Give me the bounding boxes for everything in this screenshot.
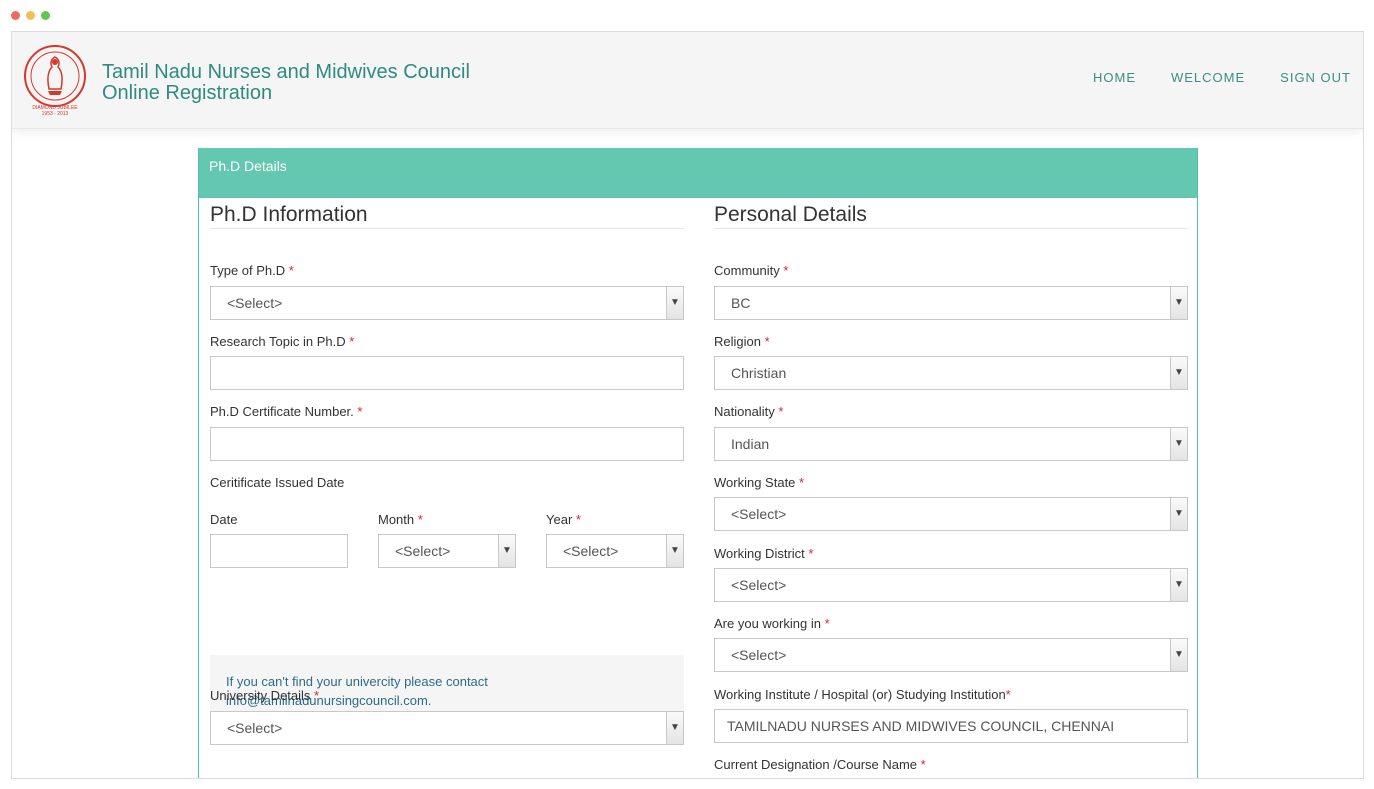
chevron-down-icon: ▼ [1170,569,1187,601]
year-label: Year * [546,512,581,527]
site-header: DIAMOND JUBILEE 1953 - 2013 Tamil Nadu N… [12,32,1363,129]
working-state-label: Working State * [714,475,805,490]
site-brand[interactable]: Tamil Nadu Nurses and Midwives Council O… [102,62,470,104]
type-of-phd-label: Type of Ph.D * [210,263,294,278]
phd-details-panel: Ph.D Details Ph.D Information Type of Ph… [198,148,1198,778]
chevron-down-icon: ▼ [1170,428,1187,460]
chevron-down-icon: ▼ [1170,498,1187,530]
top-nav: HOME WELCOME SIGN OUT [1093,70,1351,85]
university-details-label: University Details * [210,688,320,703]
nationality-label: Nationality * [714,404,784,419]
chevron-down-icon: ▼ [1170,287,1187,319]
nav-home[interactable]: HOME [1093,70,1136,85]
religion-select[interactable]: Christian ▼ [714,356,1188,390]
brand-subtitle: Online Registration [102,82,273,104]
nationality-select[interactable]: Indian ▼ [714,427,1188,461]
type-of-phd-select[interactable]: <Select> ▼ [210,286,684,320]
chevron-down-icon: ▼ [1170,639,1187,671]
date-input[interactable] [210,534,348,568]
institution-input[interactable]: TAMILNADU NURSES AND MIDWIVES COUNCIL, C… [714,709,1188,743]
certificate-issued-date-label: Ceritificate Issued Date [210,475,345,490]
panel-title: Ph.D Details [199,148,1197,198]
chevron-down-icon: ▼ [498,535,515,567]
research-topic-label: Research Topic in Ph.D * [210,334,355,349]
university-details-select[interactable]: <Select> ▼ [210,711,684,745]
minimize-dot[interactable] [26,11,35,20]
nav-welcome[interactable]: WELCOME [1171,70,1245,85]
chevron-down-icon: ▼ [1170,357,1187,389]
window-controls [11,11,50,20]
month-label: Month * [378,512,423,527]
month-select[interactable]: <Select> ▼ [378,534,516,568]
section-title-phd-info: Ph.D Information [210,198,684,229]
nav-sign-out[interactable]: SIGN OUT [1280,70,1351,85]
phd-information-section: Ph.D Information Type of Ph.D * <Select>… [210,198,684,745]
religion-label: Religion * [714,334,770,349]
working-district-label: Working District * [714,546,814,561]
svg-text:1953 - 2013: 1953 - 2013 [42,111,69,117]
working-district-select[interactable]: <Select> ▼ [714,568,1188,602]
personal-details-section: Personal Details Community * BC ▼ Religi… [714,198,1188,772]
community-select[interactable]: BC ▼ [714,286,1188,320]
section-title-personal: Personal Details [714,198,1188,229]
council-seal-icon[interactable]: DIAMOND JUBILEE 1953 - 2013 [22,45,88,117]
brand-title: Tamil Nadu Nurses and Midwives Council [102,61,470,83]
maximize-dot[interactable] [41,11,50,20]
working-in-label: Are you working in * [714,616,830,631]
research-topic-input[interactable] [210,356,684,390]
close-dot[interactable] [11,11,20,20]
certificate-number-input[interactable] [210,427,684,461]
year-select[interactable]: <Select> ▼ [546,534,684,568]
community-label: Community * [714,263,789,278]
chevron-down-icon: ▼ [666,535,683,567]
browser-frame: DIAMOND JUBILEE 1953 - 2013 Tamil Nadu N… [11,31,1364,779]
chevron-down-icon: ▼ [666,287,683,319]
institution-label: Working Institute / Hospital (or) Studyi… [714,687,1011,702]
designation-label: Current Designation /Course Name * [714,757,926,772]
working-state-select[interactable]: <Select> ▼ [714,497,1188,531]
certificate-number-label: Ph.D Certificate Number. * [210,404,363,419]
working-in-select[interactable]: <Select> ▼ [714,638,1188,672]
date-label: Date [210,512,238,527]
chevron-down-icon: ▼ [666,712,683,744]
